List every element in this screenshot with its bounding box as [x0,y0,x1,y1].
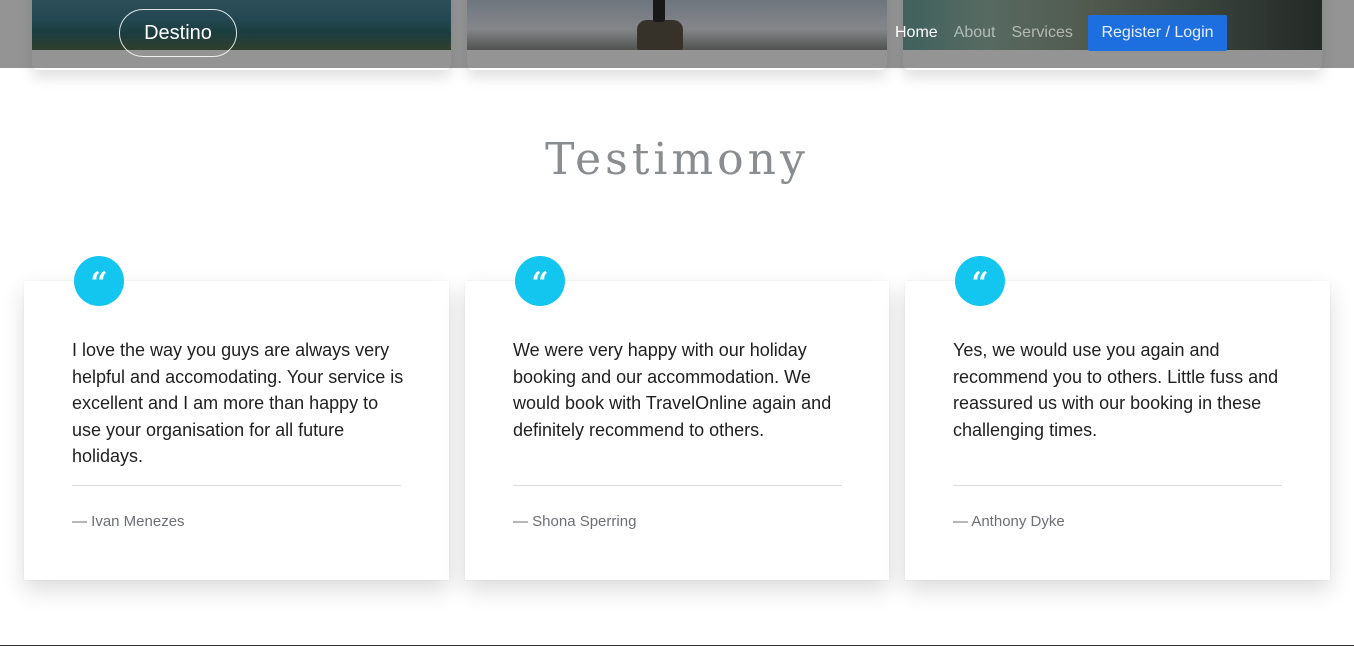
nav-link-services[interactable]: Services [1012,24,1073,42]
testimonial-author: — Anthony Dyke [953,513,1065,530]
testimonial-card: “ I love the way you guys are always ver… [24,256,449,580]
nav-link-home[interactable]: Home [895,24,938,42]
nav-links: Home About Services [895,24,1073,42]
divider [513,485,842,486]
divider [953,485,1282,486]
testimonial-author: — Ivan Menezes [72,513,185,530]
section-title: Testimony [545,134,809,185]
testimonial-author: — Shona Sperring [513,513,637,530]
brand-logo[interactable]: Destino [119,9,237,57]
quote-left-icon: “ [955,256,1005,306]
quote-left-icon: “ [74,256,124,306]
navbar: Destino Home About Services Register / L… [0,0,1354,68]
quote-left-icon: “ [515,256,565,306]
testimonial-card: “ We were very happy with our holiday bo… [465,256,889,580]
testimonial-text: We were very happy with our holiday book… [513,340,832,440]
nav-link-about[interactable]: About [954,24,996,42]
testimonial-text: Yes, we would use you again and recommen… [953,340,1279,440]
testimonial-text: I love the way you guys are always very … [72,340,404,466]
testimonial-card: “ Yes, we would use you again and recomm… [905,256,1330,580]
divider [72,485,401,486]
register-login-button[interactable]: Register / Login [1088,15,1227,51]
